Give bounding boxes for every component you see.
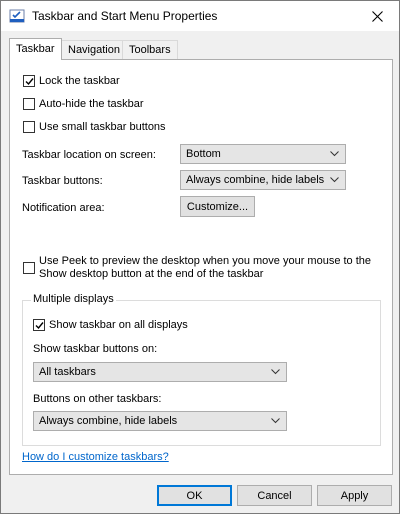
other-taskbars-dropdown[interactable]: Always combine, hide labels <box>33 411 287 431</box>
apply-button[interactable]: Apply <box>317 485 392 506</box>
taskbar-properties-icon <box>9 9 25 23</box>
show-buttons-on-value: All taskbars <box>39 366 96 378</box>
peek-label: Use Peek to preview the desktop when you… <box>39 255 371 281</box>
small-buttons-label: Use small taskbar buttons <box>39 121 166 133</box>
checkmark-icon <box>35 322 44 330</box>
window-title: Taskbar and Start Menu Properties <box>32 9 218 23</box>
chevron-down-icon <box>330 177 339 183</box>
taskbar-tab-panel: Lock the taskbar Auto-hide the taskbar U… <box>9 59 393 475</box>
chevron-down-icon <box>271 418 280 424</box>
tab-navigation[interactable]: Navigation <box>61 40 127 60</box>
peek-checkbox[interactable] <box>23 262 35 274</box>
show-all-displays-checkbox[interactable] <box>33 319 45 331</box>
show-all-displays-label: Show taskbar on all displays <box>49 319 188 331</box>
other-taskbars-label: Buttons on other taskbars: <box>33 393 162 405</box>
show-buttons-on-dropdown[interactable]: All taskbars <box>33 362 287 382</box>
tab-toolbars[interactable]: Toolbars <box>122 40 178 60</box>
show-all-displays-option[interactable]: Show taskbar on all displays <box>33 319 188 331</box>
lock-taskbar-option[interactable]: Lock the taskbar <box>23 75 120 87</box>
close-icon <box>371 10 383 22</box>
close-button[interactable] <box>355 1 399 31</box>
title-bar: Taskbar and Start Menu Properties <box>1 1 399 31</box>
ok-button[interactable]: OK <box>157 485 232 506</box>
dialog-window: Taskbar and Start Menu Properties Taskba… <box>0 0 400 514</box>
taskbar-buttons-dropdown[interactable]: Always combine, hide labels <box>180 170 346 190</box>
autohide-checkbox[interactable] <box>23 98 35 110</box>
taskbar-buttons-label: Taskbar buttons: <box>22 175 103 187</box>
taskbar-buttons-value: Always combine, hide labels <box>186 174 325 186</box>
location-value: Bottom <box>186 148 221 160</box>
peek-label-line2: Show desktop button at the end of the ta… <box>39 268 264 280</box>
autohide-option[interactable]: Auto-hide the taskbar <box>23 98 144 110</box>
multiple-displays-group: Multiple displays Show taskbar on all di… <box>22 293 381 446</box>
tab-taskbar[interactable]: Taskbar <box>9 38 62 60</box>
other-taskbars-value: Always combine, hide labels <box>39 415 178 427</box>
lock-taskbar-checkbox[interactable] <box>23 75 35 87</box>
autohide-label: Auto-hide the taskbar <box>39 98 144 110</box>
checkmark-icon <box>25 78 34 86</box>
peek-option[interactable]: Use Peek to preview the desktop when you… <box>23 255 371 281</box>
small-buttons-checkbox[interactable] <box>23 121 35 133</box>
location-dropdown[interactable]: Bottom <box>180 144 346 164</box>
chevron-down-icon <box>271 369 280 375</box>
location-label: Taskbar location on screen: <box>22 149 156 161</box>
peek-label-line1: Use Peek to preview the desktop when you… <box>39 255 372 267</box>
notification-area-label: Notification area: <box>22 202 105 214</box>
cancel-button[interactable]: Cancel <box>237 485 312 506</box>
chevron-down-icon <box>330 151 339 157</box>
show-buttons-on-label: Show taskbar buttons on: <box>33 343 158 355</box>
customize-button[interactable]: Customize... <box>180 196 255 217</box>
lock-taskbar-label: Lock the taskbar <box>39 75 120 87</box>
help-link[interactable]: How do I customize taskbars? <box>22 451 169 463</box>
small-buttons-option[interactable]: Use small taskbar buttons <box>23 121 166 133</box>
multiple-displays-legend: Multiple displays <box>31 293 116 305</box>
